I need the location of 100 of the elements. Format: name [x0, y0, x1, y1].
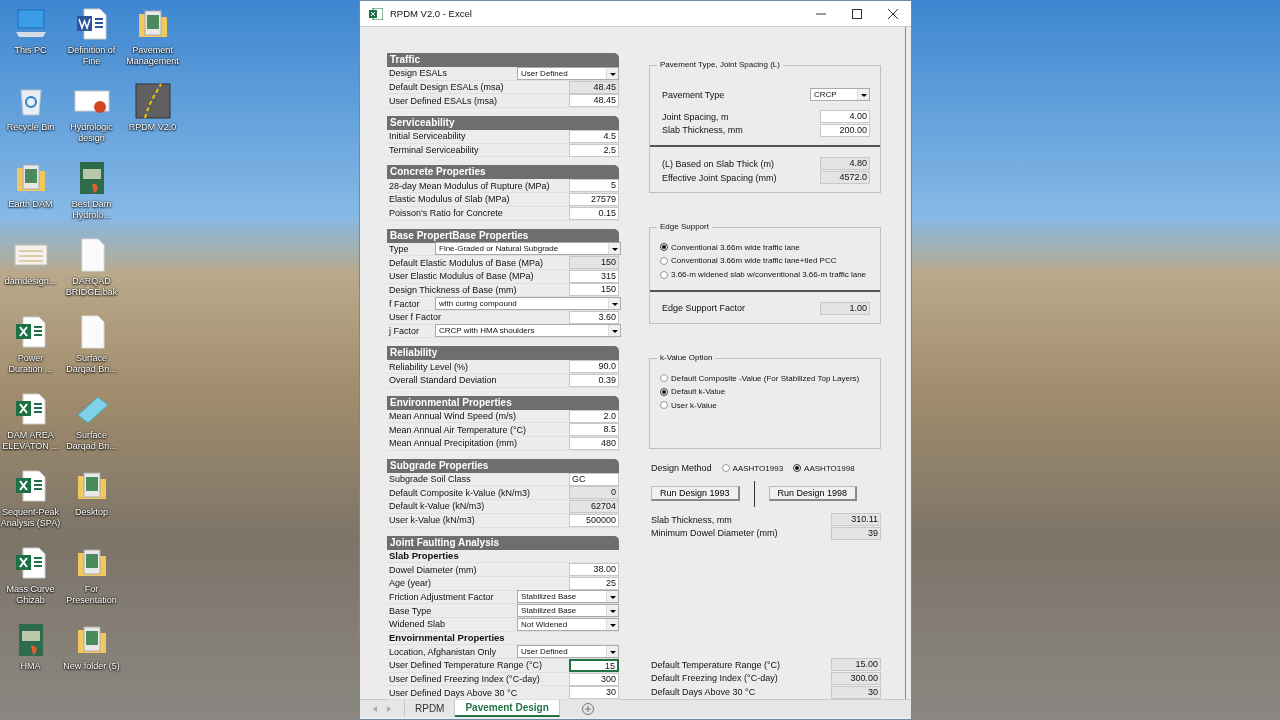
window-title: RPDM V2.0 - Excel — [390, 8, 473, 19]
input-field[interactable]: 4.00 — [820, 110, 870, 124]
field-label: User Elastic Modulus of Base (MPa) — [388, 271, 535, 282]
radio-button[interactable]: Conventional 3.66m wide traffic lane — [660, 240, 870, 255]
field-label: Type — [388, 243, 410, 254]
radio-button[interactable]: Default k-Value — [660, 384, 870, 399]
field-label: Pavement Type — [662, 89, 726, 100]
previous-sheet-icon — [372, 704, 378, 713]
field-label: Reliability Level (%) — [388, 361, 470, 372]
value-cell: 30 — [831, 685, 881, 699]
input-field[interactable]: 38.00 — [569, 563, 619, 577]
dropdown[interactable]: CRCP with HMA shoulders — [435, 324, 621, 338]
field-label: j Factor — [387, 325, 420, 336]
field-label: Dowel Diameter (mm) — [388, 564, 478, 575]
field-label: User Defined Freezing Index (°C-day) — [388, 674, 541, 685]
section-header: Concrete Properties — [387, 165, 619, 180]
field-label: User k-Value (kN/m3) — [388, 515, 476, 526]
input-field[interactable]: 90.0 — [569, 360, 619, 374]
section-header: Subgrade Properties — [387, 458, 619, 473]
field-label: Design Thickness of Base (mm) — [388, 284, 518, 295]
section-header: Joint Faulting Analysis — [387, 535, 619, 550]
desktop-shortcut[interactable]: HMA — [0, 620, 61, 697]
field-label: Joint Spacing, m — [662, 111, 730, 122]
sheet-tab[interactable]: Pavement Design — [455, 700, 560, 717]
desktop-shortcut[interactable]: New folder (5) — [61, 620, 122, 697]
desktop-shortcut[interactable]: Surface Darqad Bri... — [61, 389, 122, 466]
field-label: Age (year) — [388, 578, 433, 589]
field-label: Default Design ESALs (msa) — [388, 82, 505, 93]
field-label: Friction Adjustment Factor — [388, 591, 495, 602]
field-label: User Defined Days Above 30 °C — [388, 687, 519, 698]
field-label: Edge Support Factor — [662, 303, 747, 314]
field-label: (L) Based on Slab Thick (m) — [662, 158, 775, 169]
field-label: Mean Annual Air Temperature (°C) — [388, 424, 527, 435]
excel-icon — [369, 7, 383, 20]
radio-button[interactable]: AASHTO1993 — [721, 461, 784, 475]
section-header: Traffic — [387, 53, 619, 67]
field-label: User f Factor — [388, 312, 442, 323]
group-title: Pavement Type, Joint Spacing (L) — [657, 60, 783, 69]
field-label: Default Elastic Modulus of Base (MPa) — [388, 257, 545, 268]
caret-icon — [857, 89, 869, 101]
radio-button[interactable]: AASHTO1998 — [793, 461, 855, 475]
value-cell: 39 — [831, 526, 881, 540]
value-cell: 15.00 — [831, 658, 881, 672]
field-label: User Defined Temperature Range (°C) — [388, 660, 543, 671]
field-label: Initial Serviceability — [388, 131, 467, 142]
run-design-button[interactable]: Run Design 1998 — [768, 486, 858, 502]
field-label: Default Temperature Range (°C) — [651, 659, 781, 670]
field-label: Default Days Above 30 °C — [651, 687, 757, 698]
dropdown[interactable]: Fine-Graded or Natural Subgrade — [435, 242, 621, 256]
field-label: Slab Thickness, mm — [662, 125, 744, 136]
desktop-shortcut[interactable]: Mass Curve Ghizab — [0, 543, 61, 620]
field-label: Effective Joint Spacing (mm) — [662, 172, 778, 183]
add-sheet-button[interactable] — [581, 700, 594, 717]
close-icon — [887, 8, 899, 19]
dropdown[interactable]: Stabilized Base — [517, 604, 619, 618]
radio-button[interactable]: User k-Value — [660, 398, 870, 413]
input-field[interactable]: 48.45 — [569, 94, 619, 108]
field-label: Slab Thickness, mm — [651, 514, 733, 525]
run-design-button[interactable]: Run Design 1993 — [651, 486, 740, 502]
desktop-shortcut[interactable]: Sequent-Peak Analysis (SPA) — [0, 466, 61, 543]
value-cell: 4.80 — [820, 157, 870, 171]
value-cell: 1.00 — [820, 301, 870, 315]
section-header: Serviceability — [387, 116, 619, 131]
input-field[interactable]: 8.5 — [569, 423, 619, 437]
input-field[interactable]: 30 — [569, 686, 619, 700]
input-field[interactable]: 150 — [569, 283, 619, 297]
field-label: Mean Annual Wind Speed (m/s) — [388, 411, 518, 422]
next-sheet-icon — [386, 704, 392, 713]
dropdown[interactable]: User Defined — [517, 645, 619, 659]
section-header: Base PropertBase Properties — [387, 228, 619, 243]
value-cell: 4572.0 — [820, 171, 870, 185]
field-label: Subgrade Soil Class — [388, 474, 472, 485]
dropdown[interactable]: CRCP — [810, 88, 870, 102]
desktop-shortcut[interactable]: For Presentation — [61, 543, 122, 620]
field-label: Default k-Value (kN/m3) — [388, 501, 486, 512]
radio-button[interactable]: 3.66-m widened slab w/conventional 3.66-m traffic lane — [660, 267, 870, 282]
value-cell: 310.11 — [831, 513, 881, 527]
value-cell: 300.00 — [831, 671, 881, 685]
field-label: Mean Annual Precipitation (mm) — [388, 438, 519, 449]
field-label: f Factor — [388, 298, 421, 309]
field-label: User Defined ESALs (msa) — [388, 95, 499, 106]
dropdown[interactable]: with curing compound — [435, 297, 621, 311]
subsection-title: Envoirnmental Properties — [388, 632, 505, 644]
maximize-icon — [851, 8, 863, 19]
field-label: Overall Standard Deviation — [388, 375, 498, 386]
desktop-shortcut[interactable]: DAM AREA ELEVATON ... — [0, 389, 61, 466]
desktop-shortcut[interactable]: Desktop — [61, 466, 122, 543]
subsection-title: Slab Properties — [388, 550, 459, 562]
group-title: k-Value Option — [657, 353, 716, 363]
dropdown[interactable]: Stabilized Base — [517, 590, 619, 604]
radio-button[interactable]: Default Composite -Value (For Stabilized Top Layers) — [660, 371, 870, 385]
field-label: Default Freezing Index (°C-day) — [651, 673, 779, 684]
group-title: Edge Support — [657, 222, 712, 232]
input-field[interactable]: 200.00 — [820, 123, 870, 137]
section-header: Environmental Properties — [387, 395, 619, 410]
radio-button[interactable]: Conventional 3.66m wide traffic lane+tied PCC — [660, 254, 870, 268]
field-label: Poisson's Ratio for Concrete — [388, 208, 504, 219]
input-field[interactable]: 5 — [569, 179, 619, 193]
field-label: 28-day Mean Modulus of Rupture (MPa) — [388, 180, 551, 191]
field-label: Base Type — [388, 605, 433, 616]
